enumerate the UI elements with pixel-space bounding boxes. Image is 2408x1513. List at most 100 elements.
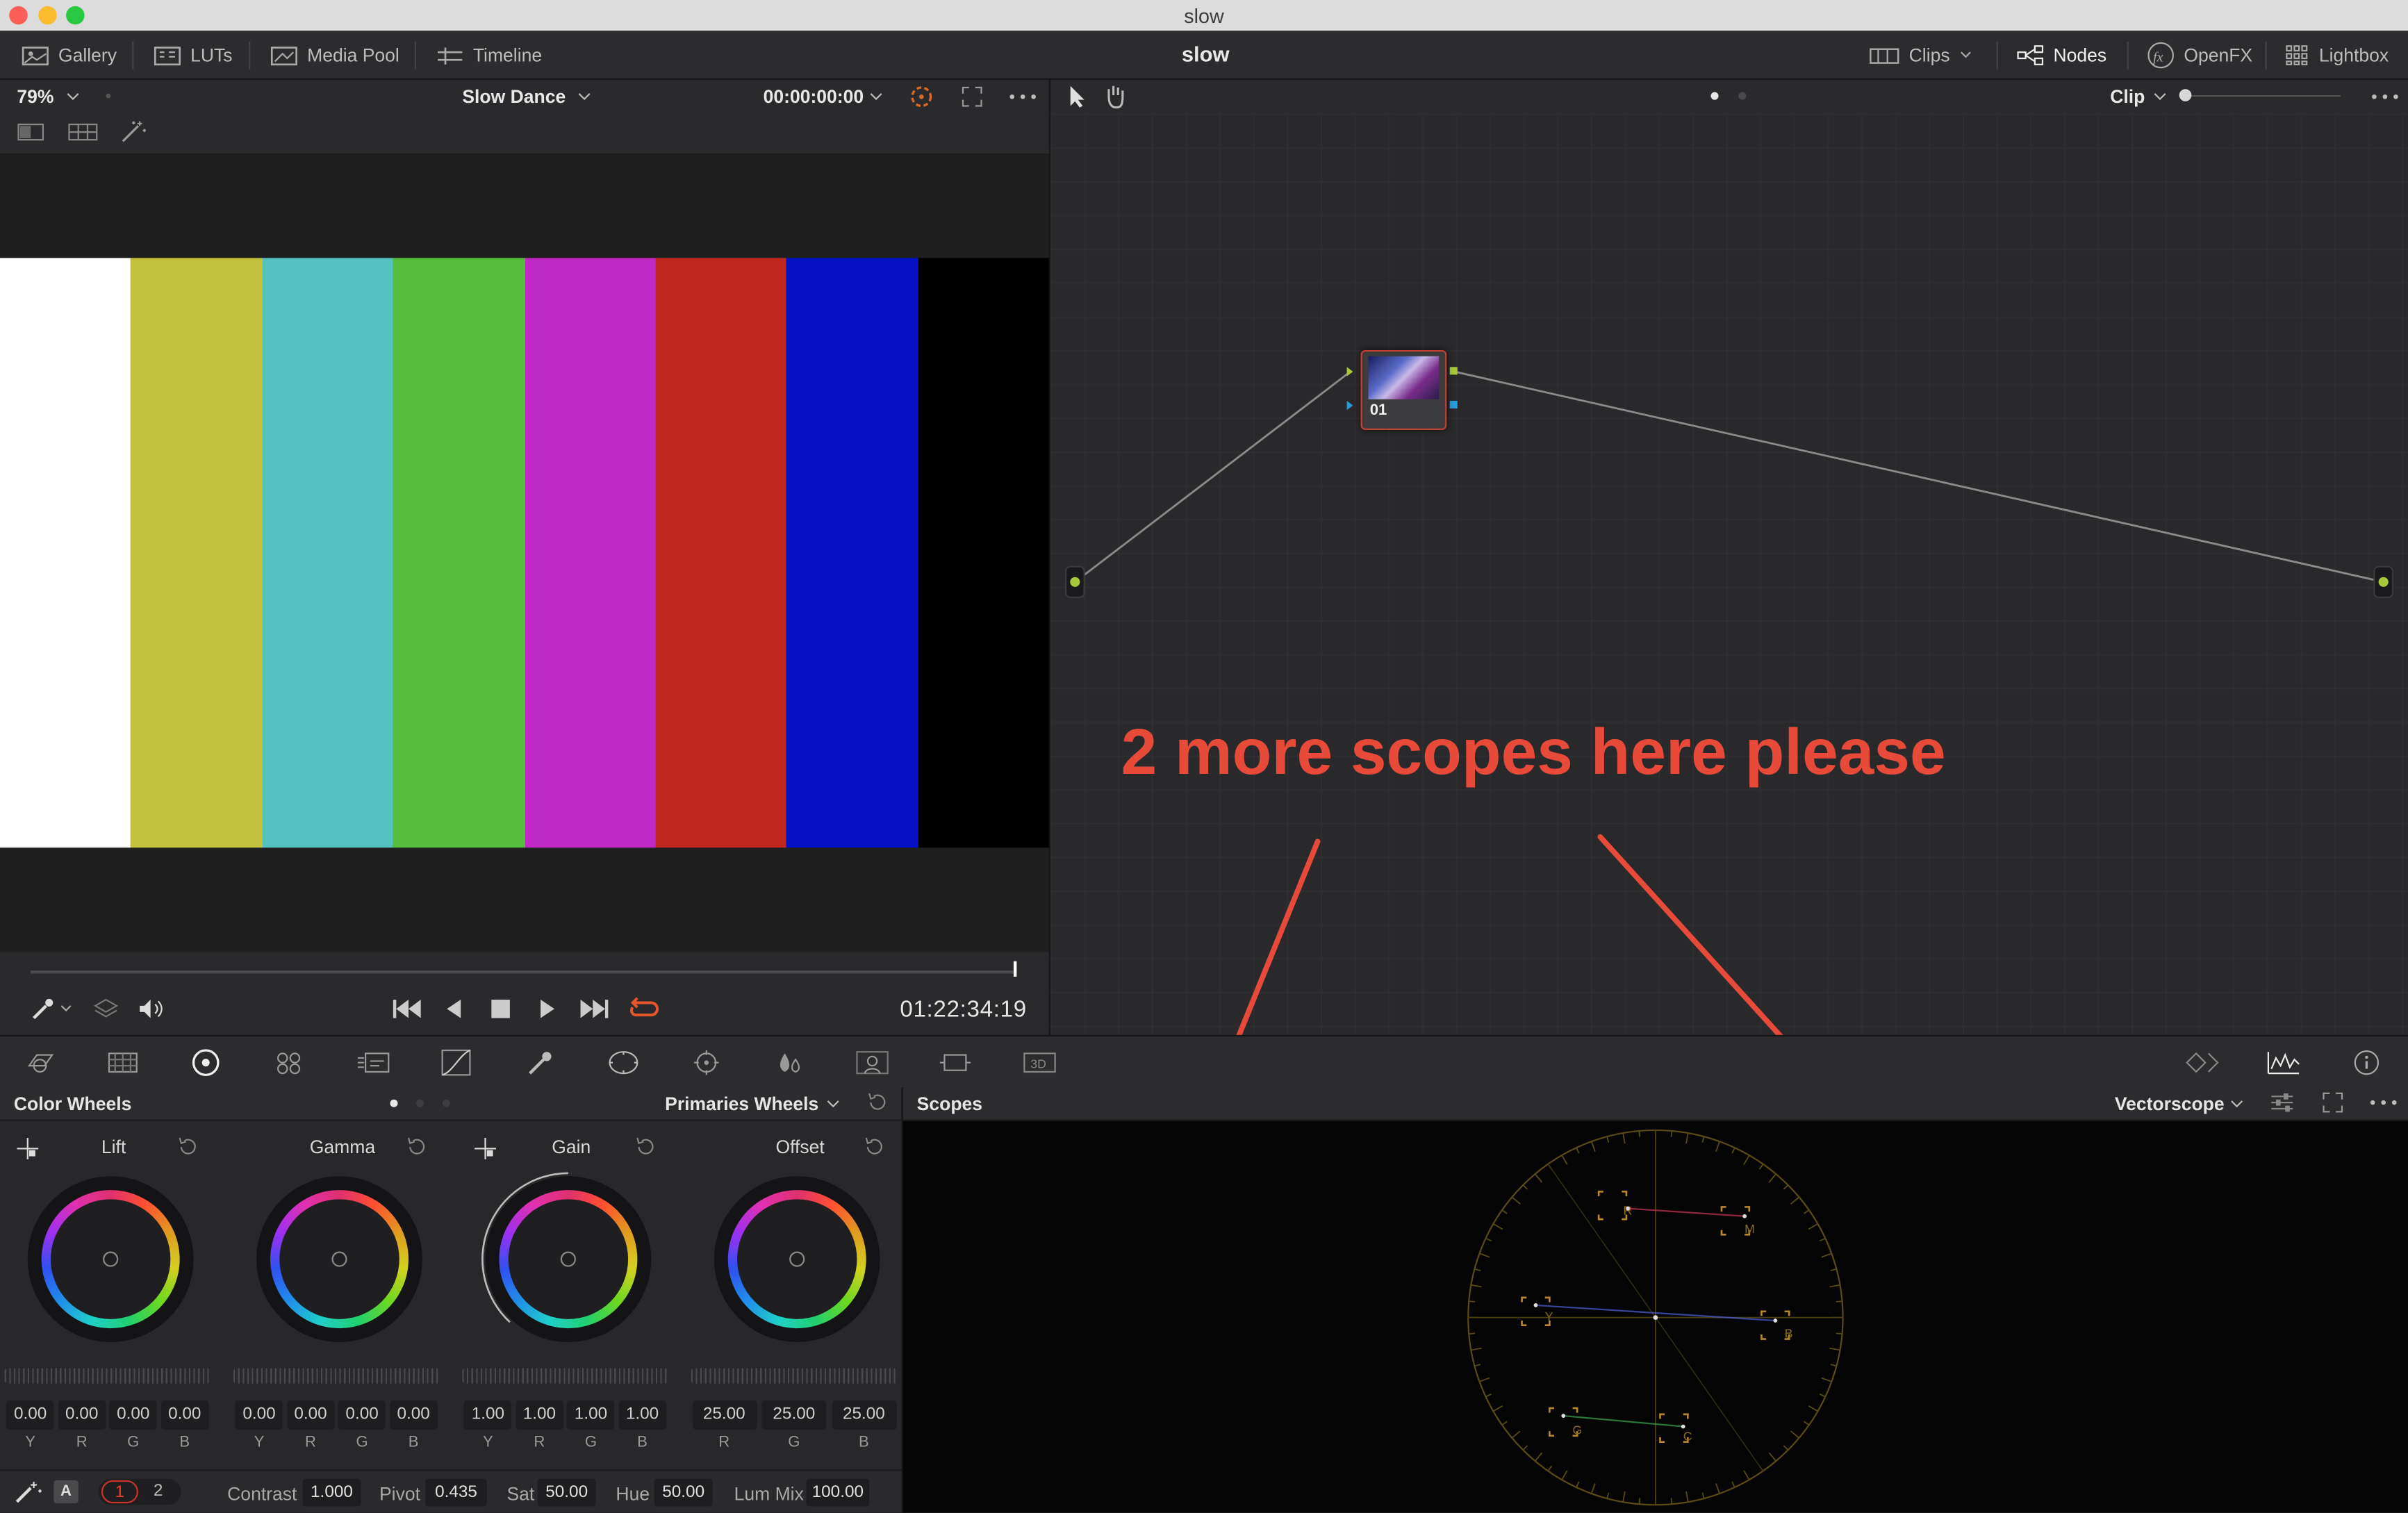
value-r-field[interactable]: 0.00 [58,1400,106,1430]
loop-icon[interactable] [628,997,659,1021]
master-wheel-jog[interactable] [4,1368,211,1384]
value-b-field[interactable]: 0.00 [389,1400,438,1430]
wheel-puck[interactable] [103,1251,119,1267]
scope-type-chevron-down-icon[interactable] [2230,1100,2244,1109]
page-dot-active[interactable] [1710,92,1719,100]
page-dot-active[interactable] [390,1099,398,1107]
scrubber-track[interactable] [31,970,1017,974]
window-tool[interactable] [597,1044,650,1080]
value-g-field[interactable]: 0.00 [338,1400,386,1430]
skip-to-end-icon[interactable] [579,997,609,1021]
scope-expand-icon[interactable] [2322,1092,2343,1114]
viewer-canvas[interactable] [0,154,1049,952]
reset-wheel-icon[interactable] [406,1136,427,1158]
stop-icon[interactable] [490,998,511,1020]
value-y-field[interactable]: 0.00 [6,1400,54,1430]
page-1-button[interactable]: 1 [101,1480,138,1504]
color-picker-icon[interactable] [909,85,934,109]
pivot-field[interactable]: 0.435 [425,1478,487,1507]
reset-all-icon[interactable] [866,1092,888,1114]
color-wheel[interactable] [714,1176,880,1342]
master-wheel-jog[interactable] [462,1368,668,1384]
sat-field[interactable]: 50.00 [537,1478,596,1507]
node-zoom-handle[interactable] [2179,89,2192,101]
hue-field[interactable]: 50.00 [654,1478,713,1507]
page-dot[interactable] [1738,92,1747,100]
value-r-field[interactable]: 1.00 [516,1400,563,1430]
scopes-tool[interactable] [2257,1044,2309,1080]
rgb-mixer-tool[interactable] [263,1044,315,1080]
timecode-chevron-down-icon[interactable] [869,92,883,101]
contrast-field[interactable]: 1.000 [302,1478,361,1507]
auto-color-button[interactable]: A [53,1480,79,1504]
highlight-wand-icon[interactable] [119,119,147,144]
auto-balance-icon[interactable] [14,1480,44,1505]
scrubber-playhead[interactable] [1013,961,1017,977]
curves-tool[interactable] [430,1044,482,1080]
value-y-field[interactable]: 0.00 [235,1400,283,1430]
wheel-puck[interactable] [789,1251,805,1267]
color-wheels-tool[interactable] [180,1044,232,1080]
master-wheel-jog[interactable] [691,1368,897,1384]
hand-tool-icon[interactable] [1103,83,1127,109]
zoom-chevron-down-icon[interactable] [66,92,80,101]
node-more-options-icon[interactable] [2371,94,2399,100]
value-b-field[interactable]: 1.00 [618,1400,666,1430]
luts-button[interactable]: LUTs [154,31,233,78]
value-b-field[interactable]: 0.00 [160,1400,209,1430]
eyedropper-menu-icon[interactable] [31,997,74,1021]
clips-button[interactable]: Clips [1869,31,1971,78]
keyframes-tool[interactable] [2176,1044,2228,1080]
node-mode[interactable]: Clip [2110,86,2145,108]
lum-mix-field[interactable]: 100.00 [806,1478,870,1507]
wheels-mode[interactable]: Primaries Wheels [665,1093,818,1115]
fullscreen-icon[interactable] [962,86,983,108]
timeline-button[interactable]: Timeline [436,31,542,78]
info-tool[interactable] [2341,1044,2393,1080]
blur-tool[interactable] [764,1044,816,1080]
node-graph-canvas[interactable]: 01 [1050,113,2408,1035]
clip-name[interactable]: Slow Dance [462,86,566,108]
reset-wheel-icon[interactable] [634,1136,656,1158]
split-screen-icon[interactable] [67,123,98,142]
wheel-puck[interactable] [331,1251,347,1267]
reset-wheel-icon[interactable] [176,1136,198,1158]
node-zoom-slider[interactable] [2186,95,2341,97]
qualifier-tool[interactable] [515,1044,567,1080]
more-options-icon[interactable] [1009,94,1037,100]
corrector-node-01[interactable]: 01 [1360,349,1447,430]
lightbox-button[interactable]: Lightbox [2285,31,2389,78]
layers-icon[interactable] [93,998,119,1020]
skip-to-start-icon[interactable] [392,997,422,1021]
color-wheel[interactable] [256,1176,422,1342]
value-g-field[interactable]: 0.00 [109,1400,158,1430]
page-2-button[interactable]: 2 [141,1480,175,1503]
color-match-tool[interactable] [97,1044,149,1080]
page-dot[interactable] [442,1099,450,1107]
sizing-tool[interactable] [929,1044,981,1080]
reverse-play-icon[interactable] [444,998,465,1020]
value-b-field[interactable]: 25.00 [831,1400,896,1430]
scope-settings-icon[interactable] [2270,1092,2294,1114]
value-g-field[interactable]: 25.00 [761,1400,827,1430]
value-r-field[interactable]: 25.00 [691,1400,757,1430]
scope-type[interactable]: Vectorscope [2115,1093,2225,1115]
play-icon[interactable] [536,998,557,1020]
nodes-button[interactable]: Nodes [2016,31,2106,78]
value-y-field[interactable]: 1.00 [464,1400,512,1430]
zoom-level[interactable]: 79% [17,86,53,108]
camera-raw-tool[interactable] [15,1044,67,1080]
audio-volume-icon[interactable] [138,998,166,1020]
value-g-field[interactable]: 1.00 [567,1400,615,1430]
image-wipe-icon[interactable] [17,123,44,142]
color-wheel[interactable] [27,1176,194,1342]
key-tool[interactable] [846,1044,898,1080]
pointer-tool-icon[interactable] [1067,85,1086,109]
tracker-tool[interactable] [680,1044,732,1080]
page-dot[interactable] [416,1099,424,1107]
openfx-button[interactable]: fx OpenFX [2147,31,2252,78]
value-r-field[interactable]: 0.00 [286,1400,335,1430]
master-wheel-jog[interactable] [233,1368,440,1384]
mode-chevron-down-icon[interactable] [2153,92,2167,101]
media-pool-button[interactable]: Media Pool [270,31,399,78]
